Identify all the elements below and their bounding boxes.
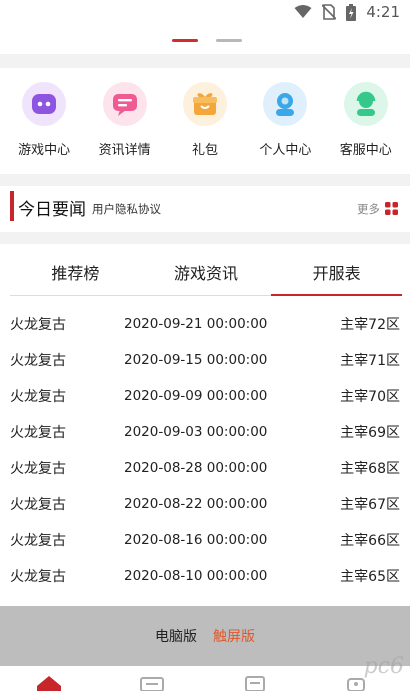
privacy-link[interactable]: 用户隐私协议: [92, 201, 161, 217]
server-name-cell: 主宰68区: [340, 461, 400, 477]
tab-recommend[interactable]: 推荐榜: [10, 244, 141, 295]
user-icon: [263, 82, 308, 126]
section-divider: [0, 232, 410, 244]
table-row[interactable]: 火龙复古 2020-09-09 00:00:00 主宰70区: [0, 378, 410, 414]
banner-pager: [172, 39, 242, 42]
table-row[interactable]: 火龙复古 2020-08-28 00:00:00 主宰68区: [0, 450, 410, 486]
game-name-cell: 火龙复古: [10, 461, 66, 477]
quick-label: 个人中心: [259, 143, 312, 158]
server-table: 火龙复古 2020-09-21 00:00:00 主宰72区 火龙复古 2020-09-…: [0, 306, 410, 594]
table-row[interactable]: 火龙复古 2020-09-21 00:00:00 主宰72区: [0, 306, 410, 342]
pager-dot-active[interactable]: [172, 39, 198, 42]
server-name-cell: 主宰65区: [340, 569, 400, 585]
quick-label: 客服中心: [339, 143, 392, 158]
open-time-cell: 2020-09-15 00:00:00: [124, 352, 268, 368]
server-name-cell: 主宰69区: [340, 425, 400, 441]
open-time-cell: 2020-08-22 00:00:00: [124, 496, 268, 512]
open-time-cell: 2020-08-10 00:00:00: [124, 568, 268, 584]
status-time: 4:21: [366, 3, 400, 21]
news-accent-bar: [10, 191, 14, 221]
table-row[interactable]: 火龙复古 2020-08-10 00:00:00 主宰65区: [0, 558, 410, 594]
open-time-cell: 2020-09-21 00:00:00: [124, 316, 268, 332]
table-row[interactable]: 火龙复古 2020-09-15 00:00:00 主宰71区: [0, 342, 410, 378]
quick-item-game-center[interactable]: 游戏中心: [5, 68, 83, 174]
section-divider: [0, 54, 410, 68]
server-name-cell: 主宰70区: [340, 389, 400, 405]
home-icon[interactable]: [35, 674, 63, 691]
bottom-nav: [0, 666, 410, 691]
open-time-cell: 2020-08-16 00:00:00: [124, 532, 268, 548]
touch-version-link[interactable]: 触屏版: [213, 626, 255, 646]
no-sim-icon: [322, 4, 337, 20]
list-icon[interactable]: [138, 674, 166, 691]
pc-version-link[interactable]: 电脑版: [155, 626, 197, 646]
tab-game-news[interactable]: 游戏资讯: [141, 244, 272, 295]
game-name-cell: 火龙复古: [10, 317, 66, 333]
game-name-cell: 火龙复古: [10, 389, 66, 405]
game-name-cell: 火龙复古: [10, 497, 66, 513]
quick-menu: 游戏中心 资讯详情 礼包 个人中心 客服中心: [0, 68, 410, 174]
support-icon: [343, 82, 388, 126]
news-title: 今日要闻: [18, 200, 86, 220]
news-bar: 今日要闻 用户隐私协议 更多: [0, 186, 410, 232]
gamepad-icon: [22, 82, 67, 126]
server-name-cell: 主宰71区: [340, 353, 400, 369]
status-icons: 4:21: [294, 3, 400, 21]
pager-dot[interactable]: [216, 39, 242, 42]
tab-server-list[interactable]: 开服表: [271, 244, 402, 296]
quick-label: 礼包: [191, 143, 218, 158]
more-link[interactable]: 更多: [357, 201, 380, 217]
status-bar: 4:21: [0, 0, 410, 26]
watermark-logo: pc6: [363, 654, 404, 679]
document-icon[interactable]: [241, 674, 269, 691]
wifi-icon: [294, 5, 312, 18]
server-name-cell: 主宰67区: [340, 497, 400, 513]
quick-item-support-center[interactable]: 客服中心: [327, 68, 405, 174]
game-name-cell: 火龙复古: [10, 569, 66, 585]
quick-item-gift[interactable]: 礼包: [166, 68, 244, 174]
game-name-cell: 火龙复古: [10, 353, 66, 369]
table-row[interactable]: 火龙复古 2020-09-03 00:00:00 主宰69区: [0, 414, 410, 450]
quick-label: 资讯详情: [98, 143, 151, 158]
quick-label: 游戏中心: [18, 143, 71, 158]
table-row[interactable]: 火龙复古 2020-08-22 00:00:00 主宰67区: [0, 486, 410, 522]
game-name-cell: 火龙复古: [10, 425, 66, 441]
game-name-cell: 火龙复古: [10, 533, 66, 549]
more-grid-icon[interactable]: [385, 202, 398, 215]
section-divider: [0, 174, 410, 186]
quick-item-personal-center[interactable]: 个人中心: [246, 68, 324, 174]
open-time-cell: 2020-09-03 00:00:00: [124, 424, 268, 440]
table-row[interactable]: 火龙复古 2020-08-16 00:00:00 主宰66区: [0, 522, 410, 558]
server-name-cell: 主宰72区: [340, 317, 400, 333]
content-tabs: 推荐榜 游戏资讯 开服表: [10, 244, 402, 296]
open-time-cell: 2020-09-09 00:00:00: [124, 388, 268, 404]
server-name-cell: 主宰66区: [340, 533, 400, 549]
open-time-cell: 2020-08-28 00:00:00: [124, 460, 268, 476]
battery-icon: [346, 3, 357, 21]
quick-item-news-detail[interactable]: 资讯详情: [86, 68, 164, 174]
gift-icon: [182, 82, 227, 126]
message-icon: [102, 82, 147, 126]
footer: 电脑版 触屏版: [0, 606, 410, 666]
